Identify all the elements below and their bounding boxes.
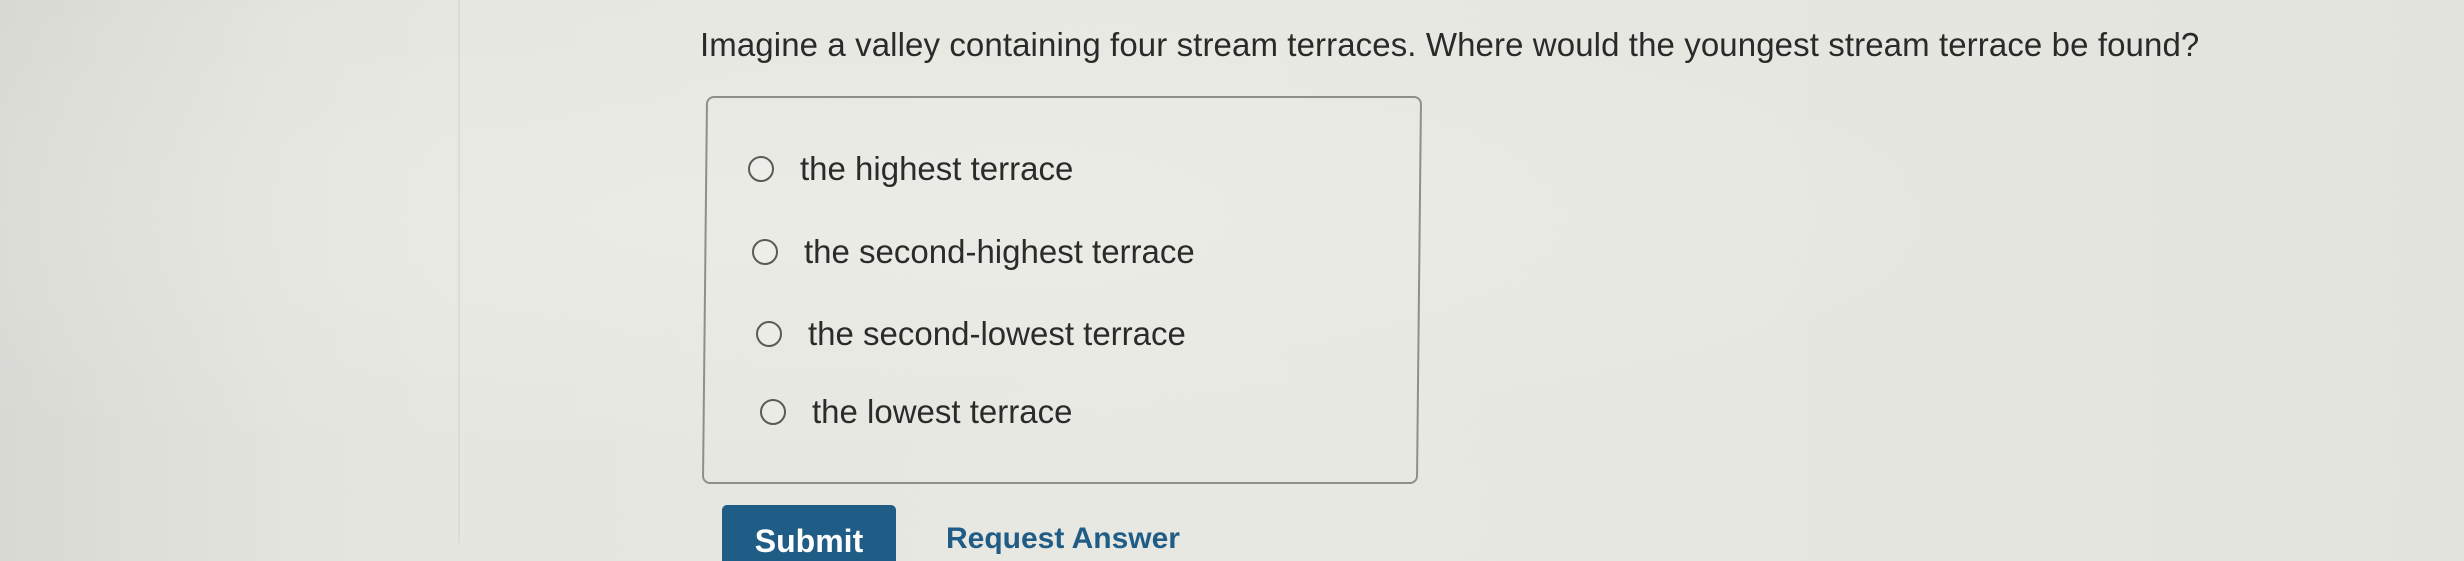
radio-button[interactable] <box>748 156 774 182</box>
choice-label: the second-highest terrace <box>804 233 1195 270</box>
submit-button[interactable]: Submit <box>722 505 896 561</box>
choice-label: the highest terrace <box>800 150 1074 187</box>
choice-second-highest-terrace[interactable]: the second-highest terrace <box>752 233 1195 271</box>
choice-label: the lowest terrace <box>812 393 1073 430</box>
choice-highest-terrace[interactable]: the highest terrace <box>748 150 1073 188</box>
choice-second-lowest-terrace[interactable]: the second-lowest terrace <box>756 315 1186 353</box>
panel-divider <box>458 0 460 543</box>
choice-lowest-terrace[interactable]: the lowest terrace <box>760 393 1072 431</box>
radio-button[interactable] <box>760 399 786 425</box>
question-text: Imagine a valley containing four stream … <box>700 26 2200 63</box>
radio-button[interactable] <box>756 321 782 347</box>
radio-button[interactable] <box>752 239 778 265</box>
request-answer-link[interactable]: Request Answer <box>946 522 1180 556</box>
choice-label: the second-lowest terrace <box>808 315 1186 352</box>
